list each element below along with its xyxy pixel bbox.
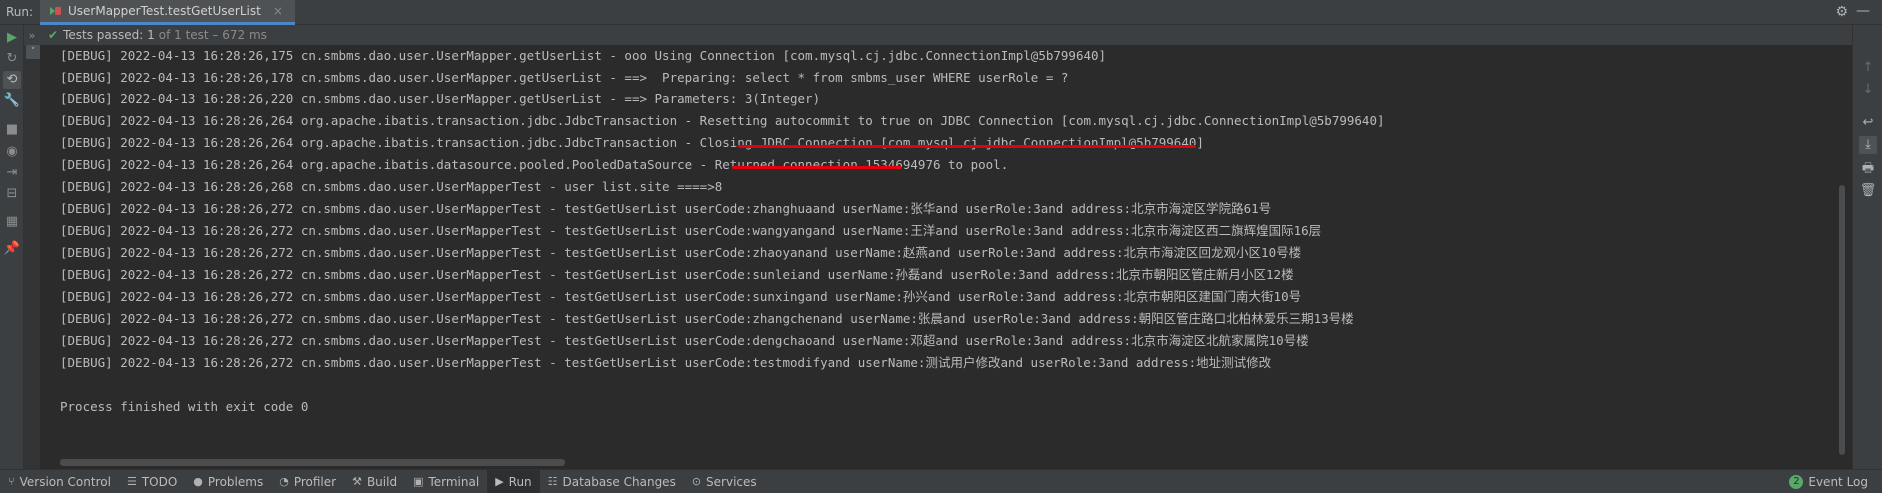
console-line: [DEBUG] 2022-04-13 16:28:26,272 cn.smbms…: [60, 289, 1302, 304]
vertical-scrollbar-thumb[interactable]: [1839, 185, 1845, 455]
horizontal-scrollbar[interactable]: [60, 459, 565, 466]
tests-detail-text: of 1 test – 672 ms: [158, 28, 267, 42]
highlight-underline-preparing: [738, 145, 1196, 148]
terminal-label: Terminal: [428, 474, 480, 489]
print-icon[interactable]: 🖶: [1859, 160, 1877, 178]
run-label: Run:: [6, 5, 34, 19]
run-config-tab[interactable]: UserMapperTest.testGetUserList ×: [40, 0, 295, 25]
trash-icon[interactable]: 🗑: [1859, 182, 1877, 200]
run-header: Run: UserMapperTest.testGetUserList × ⚙ …: [0, 0, 1882, 25]
soft-wrap-icon[interactable]: ↩: [1859, 114, 1877, 132]
junit-icon: [50, 5, 62, 17]
database-icon: ☷: [547, 475, 558, 488]
database-changes-tab[interactable]: ☷ Database Changes: [540, 470, 684, 493]
test-tree-gutter: [24, 25, 40, 470]
console-line: [DEBUG] 2022-04-13 16:28:26,264 org.apac…: [60, 135, 1204, 150]
camera-icon[interactable]: ◉: [3, 143, 21, 161]
run-icon: ▶: [495, 475, 504, 488]
todo-tab[interactable]: ☰ TODO: [119, 470, 185, 493]
rerun-failed-icon[interactable]: ↻: [3, 50, 21, 68]
services-icon: ⊙: [691, 475, 702, 488]
hammer-icon: ⚒: [352, 475, 362, 488]
terminal-tab[interactable]: ▣ Terminal: [405, 470, 487, 493]
console-line: Process finished with exit code 0: [60, 399, 309, 414]
console-line: [DEBUG] 2022-04-13 16:28:26,268 cn.smbms…: [60, 179, 723, 194]
terminal-icon: ▣: [413, 475, 424, 488]
list-icon: ☰: [126, 475, 137, 488]
todo-label: TODO: [141, 474, 178, 489]
check-icon: ✔: [48, 28, 59, 42]
build-tab[interactable]: ⚒ Build: [344, 470, 405, 493]
problems-tab[interactable]: ● Problems: [185, 470, 271, 493]
exit-icon[interactable]: ⇥: [3, 164, 21, 182]
test-status-bar: » ✔ Tests passed: 1 of 1 test – 672 ms: [24, 25, 1858, 45]
vertical-scrollbar[interactable]: [1838, 45, 1846, 460]
profiler-label: Profiler: [293, 474, 337, 489]
down-arrow-icon[interactable]: ↓: [1859, 81, 1877, 99]
scroll-to-end-icon[interactable]: ⤓: [1859, 136, 1877, 154]
console-line: [DEBUG] 2022-04-13 16:28:26,175 cn.smbms…: [60, 48, 1107, 63]
console-line: [DEBUG] 2022-04-13 16:28:26,272 cn.smbms…: [60, 201, 1272, 216]
left-toolbar: ▶ ↻ ⟲ 🔧 ■ ◉ ⇥ ⊟ ▦ 📌: [0, 25, 24, 470]
expand-tree-icon[interactable]: »: [24, 29, 40, 42]
console-line: [DEBUG] 2022-04-13 16:28:26,272 cn.smbms…: [60, 311, 1354, 326]
toggle-auto-test-icon[interactable]: ⟲: [3, 71, 21, 89]
event-log-label: Event Log: [1808, 475, 1868, 489]
chevron-down-icon[interactable]: ˅: [26, 45, 40, 59]
console-line: [DEBUG] 2022-04-13 16:28:26,220 cn.smbms…: [60, 91, 821, 106]
version-control-label: Version Control: [19, 474, 111, 489]
profiler-tab[interactable]: ◔ Profiler: [271, 470, 344, 493]
event-log-count-badge: 2: [1789, 475, 1804, 489]
info-icon: ●: [193, 475, 203, 488]
version-control-tab[interactable]: ⑂ Version Control: [0, 470, 119, 493]
services-tab[interactable]: ⊙ Services: [684, 470, 765, 493]
console-output[interactable]: [DEBUG] 2022-04-13 16:28:26,175 cn.smbms…: [40, 45, 1840, 460]
run-label: Run: [508, 474, 532, 489]
restore-layout-icon[interactable]: ⊟: [3, 185, 21, 203]
right-toolbar: ↑ ↓ ↩ ⤓ 🖶 🗑: [1852, 25, 1882, 470]
console-line: [DEBUG] 2022-04-13 16:28:26,264 org.apac…: [60, 113, 1385, 128]
console-line: [DEBUG] 2022-04-13 16:28:26,272 cn.smbms…: [60, 355, 1272, 370]
layout-icon[interactable]: ▦: [3, 213, 21, 231]
up-arrow-icon[interactable]: ↑: [1859, 59, 1877, 77]
run-tab[interactable]: ▶ Run: [487, 469, 540, 493]
pin-icon[interactable]: 📌: [3, 240, 21, 258]
profiler-icon: ◔: [279, 475, 289, 488]
services-label: Services: [706, 474, 757, 489]
console-line: [DEBUG] 2022-04-13 16:28:26,272 cn.smbms…: [60, 245, 1302, 260]
console-line: [DEBUG] 2022-04-13 16:28:26,272 cn.smbms…: [60, 267, 1294, 282]
console-line: [DEBUG] 2022-04-13 16:28:26,272 cn.smbms…: [60, 333, 1309, 348]
wrench-icon[interactable]: 🔧: [3, 92, 21, 110]
close-icon[interactable]: ×: [273, 4, 283, 18]
tool-window-bar: ⑂ Version Control ☰ TODO ● Problems ◔ Profil…: [0, 469, 1882, 493]
console-line: [DEBUG] 2022-04-13 16:28:26,178 cn.smbms…: [60, 70, 1069, 85]
branch-icon: ⑂: [8, 475, 15, 488]
build-label: Build: [366, 474, 398, 489]
highlight-underline-parameters: [732, 166, 902, 169]
database-changes-label: Database Changes: [562, 474, 676, 489]
event-log-button[interactable]: 2 Event Log: [1789, 470, 1868, 493]
gear-icon[interactable]: ⚙: [1835, 4, 1848, 20]
run-config-tab-title: UserMapperTest.testGetUserList: [68, 4, 261, 18]
console-line: [DEBUG] 2022-04-13 16:28:26,264 org.apac…: [60, 157, 1009, 172]
rerun-icon[interactable]: ▶: [3, 29, 21, 47]
stop-icon[interactable]: ■: [3, 121, 21, 139]
problems-label: Problems: [207, 474, 264, 489]
console-line: [DEBUG] 2022-04-13 16:28:26,272 cn.smbms…: [60, 223, 1322, 238]
tests-passed-text: Tests passed: 1: [63, 28, 155, 42]
minimize-icon[interactable]: —: [1856, 3, 1870, 19]
